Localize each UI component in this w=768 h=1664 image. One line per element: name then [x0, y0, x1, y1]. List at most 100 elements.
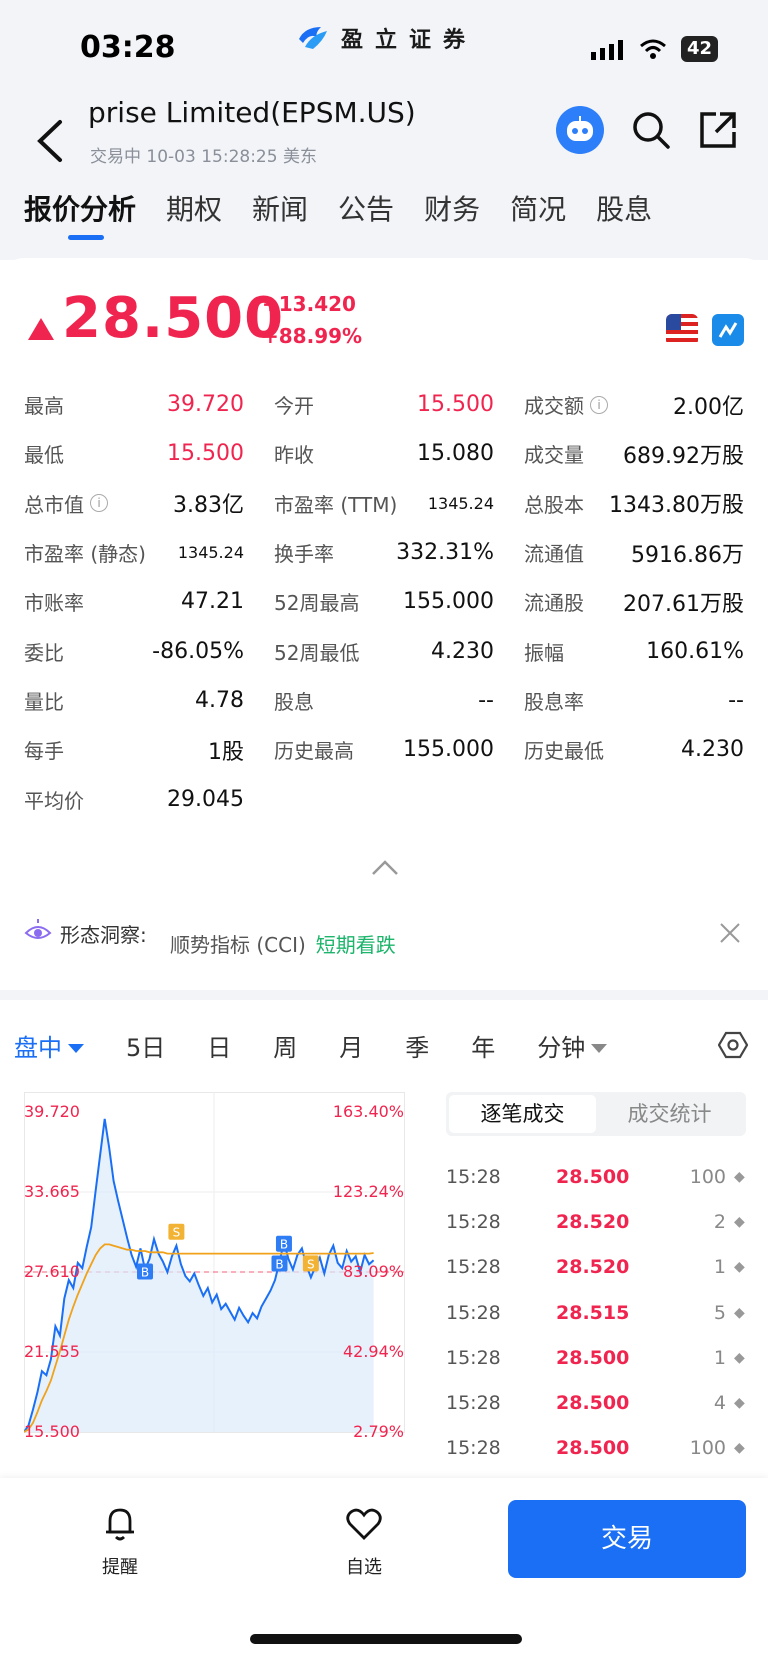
- share-icon[interactable]: [698, 110, 738, 150]
- svg-text:B: B: [280, 1238, 288, 1252]
- stat-item: 成交量 689.92万股: [524, 438, 744, 470]
- tab-announcements[interactable]: 公告: [338, 188, 394, 228]
- y-axis-right-label: 163.40%: [332, 1102, 404, 1121]
- trade-row: 15:28 28.520 2 ◆: [446, 1199, 746, 1244]
- stat-label: 总股本: [524, 492, 584, 517]
- stat-item: 委比 -86.05%: [24, 637, 244, 666]
- watchlist-button[interactable]: 自选: [324, 1504, 404, 1579]
- y-axis-left-label: 15.500: [24, 1422, 80, 1441]
- stat-item: 量比 4.78: [24, 686, 244, 715]
- stat-value: 4.78: [195, 687, 244, 713]
- buy-marker[interactable]: B: [137, 1263, 154, 1280]
- stat-label: 52周最高: [274, 591, 360, 616]
- stat-label: 换手率: [274, 542, 334, 567]
- trade-time: 15:28: [446, 1301, 501, 1324]
- stats-row: 市盈率 (静态) 1345.24 换手率 332.31% 流通值 5916.86万: [24, 528, 744, 577]
- stat-value: 689.92万股: [623, 443, 744, 469]
- back-icon[interactable]: [32, 116, 72, 166]
- chart-badge-icon[interactable]: [712, 314, 744, 346]
- chart-period-tabs: 盘中 5日 日 周 月 季 年 分钟: [14, 1028, 649, 1063]
- stat-label: 振幅: [524, 640, 564, 665]
- period-month[interactable]: 月: [339, 1028, 363, 1063]
- stat-label: 成交额: [524, 394, 584, 419]
- search-icon[interactable]: [630, 109, 672, 151]
- tab-trade-stats[interactable]: 成交统计: [596, 1095, 743, 1133]
- stat-value: 1345.24: [427, 493, 494, 513]
- trade-price: 28.500: [556, 1392, 630, 1415]
- svg-text:B: B: [275, 1258, 283, 1272]
- stat-item: 流通股 207.61万股: [524, 586, 744, 618]
- stat-value: 1343.80万股: [609, 493, 744, 519]
- trade-volume: 100: [689, 1437, 726, 1460]
- status-icons: 42: [590, 36, 718, 62]
- trade-time: 15:28: [446, 1165, 501, 1188]
- status-bar: 03:28 盈立证券 42: [0, 0, 768, 90]
- stat-value: 5916.86万: [631, 542, 744, 568]
- tab-news[interactable]: 新闻: [252, 188, 308, 228]
- stats-row: 平均价 29.045: [24, 774, 744, 823]
- trade-time: 15:28: [446, 1437, 501, 1460]
- trade-volume: 4: [713, 1392, 726, 1415]
- ai-assistant-icon[interactable]: [556, 106, 604, 154]
- stat-value: 1345.24: [177, 543, 244, 563]
- close-icon[interactable]: [718, 921, 742, 945]
- trade-price: 28.500: [556, 1165, 630, 1188]
- y-axis-right-label: 83.09%: [342, 1262, 404, 1281]
- diamond-icon: ◆: [734, 1168, 745, 1185]
- market-badges: [666, 314, 744, 346]
- intraday-chart[interactable]: BSSBB 39.720 33.665 27.610 21.555 15.500 163.…: [24, 1092, 429, 1472]
- stat-label: 市盈率 (静态): [24, 542, 146, 567]
- stat-value: --: [728, 687, 744, 713]
- stats-row: 最低 15.500 昨收 15.080 成交量 689.92万股: [24, 429, 744, 478]
- period-week[interactable]: 周: [273, 1028, 297, 1063]
- tab-dividends[interactable]: 股息: [596, 188, 652, 228]
- stat-item: 股息 --: [274, 686, 494, 715]
- tab-tick-trades[interactable]: 逐笔成交: [449, 1095, 596, 1133]
- tab-profile[interactable]: 简况: [510, 188, 566, 228]
- period-year[interactable]: 年: [471, 1028, 495, 1063]
- info-icon[interactable]: i: [590, 395, 608, 414]
- trade-button[interactable]: 交易: [508, 1500, 746, 1578]
- collapse-icon[interactable]: [370, 858, 400, 878]
- stat-item: 52周最低 4.230: [274, 637, 494, 666]
- sell-marker[interactable]: S: [168, 1223, 185, 1240]
- stat-label: 委比: [24, 640, 64, 665]
- tab-quote-analysis[interactable]: 报价分析: [24, 188, 136, 240]
- up-arrow-icon: [28, 318, 54, 340]
- remind-button[interactable]: 提醒: [80, 1504, 160, 1579]
- home-indicator[interactable]: [250, 1634, 522, 1644]
- insight-indicator: 顺势指标 (CCI): [170, 933, 306, 957]
- trade-time: 15:28: [446, 1392, 501, 1415]
- period-intraday[interactable]: 盘中: [14, 1028, 84, 1063]
- sell-marker[interactable]: S: [302, 1255, 319, 1272]
- stat-label: 市盈率 (TTM): [274, 492, 398, 517]
- stat-label: 成交量: [524, 443, 584, 468]
- tab-financials[interactable]: 财务: [424, 188, 480, 228]
- insight-text: 顺势指标 (CCI) 短期看跌: [170, 929, 396, 958]
- tab-options[interactable]: 期权: [166, 188, 222, 228]
- watchlist-label: 自选: [346, 1557, 382, 1578]
- buy-marker[interactable]: B: [275, 1235, 292, 1252]
- stock-header: prise Limited(EPSM.US) 交易中 10-03 15:28:2…: [0, 90, 768, 260]
- pattern-insight[interactable]: 形态洞察: 顺势指标 (CCI) 短期看跌: [0, 905, 768, 965]
- stats-row: 最高 39.720 今开 15.500 成交额 i 2.00亿: [24, 380, 744, 429]
- stat-value: 15.500: [167, 441, 244, 467]
- chart-settings-icon[interactable]: [718, 1030, 748, 1060]
- last-price: 28.500: [62, 286, 285, 351]
- period-day[interactable]: 日: [207, 1028, 231, 1063]
- period-5d[interactable]: 5日: [126, 1028, 165, 1063]
- diamond-icon: ◆: [734, 1304, 745, 1321]
- buy-marker[interactable]: B: [271, 1255, 288, 1272]
- trades-panel: 逐笔成交 成交统计 15:28 28.500 100 ◆ 15:28 28.520 2 ◆ 15…: [446, 1092, 746, 1471]
- trade-price: 28.500: [556, 1437, 630, 1460]
- period-quarter[interactable]: 季: [405, 1028, 429, 1063]
- stock-title: prise Limited(EPSM.US): [88, 96, 416, 129]
- info-icon[interactable]: i: [90, 494, 108, 513]
- signal-icon: [590, 40, 623, 60]
- stat-item: 今开 15.500: [274, 390, 494, 419]
- stock-tabs: 报价分析 期权 新闻 公告 财务 简况 股息: [24, 188, 652, 240]
- stat-item: 振幅 160.61%: [524, 637, 744, 666]
- trade-row: 15:28 28.520 1 ◆: [446, 1245, 746, 1290]
- period-minute[interactable]: 分钟: [537, 1028, 608, 1063]
- trade-price: 28.500: [556, 1346, 630, 1369]
